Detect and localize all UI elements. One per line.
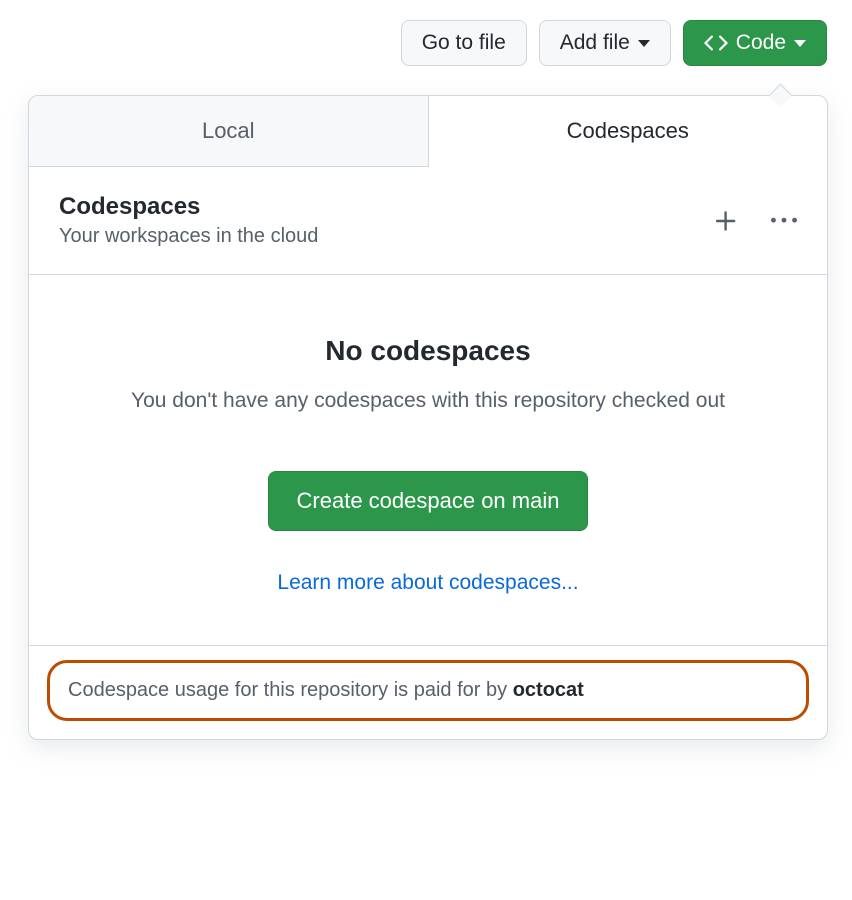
codespace-options-button[interactable] bbox=[771, 208, 797, 234]
plus-icon bbox=[713, 208, 739, 234]
tab-local[interactable]: Local bbox=[29, 96, 429, 167]
go-to-file-label: Go to file bbox=[422, 31, 506, 55]
codespaces-header: Codespaces Your workspaces in the cloud bbox=[29, 167, 827, 275]
usage-notice-text: Codespace usage for this repository is p… bbox=[68, 679, 513, 701]
header-actions bbox=[713, 208, 797, 234]
go-to-file-button[interactable]: Go to file bbox=[401, 20, 527, 66]
empty-title: No codespaces bbox=[69, 335, 787, 367]
repo-toolbar: Go to file Add file Code bbox=[0, 0, 852, 66]
chevron-down-icon bbox=[638, 40, 650, 47]
code-icon bbox=[704, 31, 728, 55]
add-file-label: Add file bbox=[560, 31, 630, 55]
empty-state: No codespaces You don't have any codespa… bbox=[29, 275, 827, 635]
usage-notice: Codespace usage for this repository is p… bbox=[47, 660, 809, 721]
section-title: Codespaces bbox=[59, 193, 318, 221]
codespaces-header-text: Codespaces Your workspaces in the cloud bbox=[59, 193, 318, 248]
clone-tabs: Local Codespaces bbox=[29, 96, 827, 167]
chevron-down-icon bbox=[794, 40, 806, 47]
learn-more-link[interactable]: Learn more about codespaces... bbox=[69, 571, 787, 595]
kebab-icon bbox=[771, 208, 797, 234]
add-file-button[interactable]: Add file bbox=[539, 20, 671, 66]
dropdown-footer: Codespace usage for this repository is p… bbox=[29, 645, 827, 721]
create-codespace-button[interactable]: Create codespace on main bbox=[268, 471, 589, 531]
section-subtitle: Your workspaces in the cloud bbox=[59, 225, 318, 248]
usage-payer: octocat bbox=[513, 679, 584, 701]
code-dropdown: Local Codespaces Codespaces Your workspa… bbox=[28, 95, 828, 740]
new-codespace-button[interactable] bbox=[713, 208, 739, 234]
empty-description: You don't have any codespaces with this … bbox=[69, 385, 787, 417]
code-label: Code bbox=[736, 31, 786, 55]
code-button[interactable]: Code bbox=[683, 20, 827, 66]
tab-codespaces[interactable]: Codespaces bbox=[429, 96, 828, 167]
